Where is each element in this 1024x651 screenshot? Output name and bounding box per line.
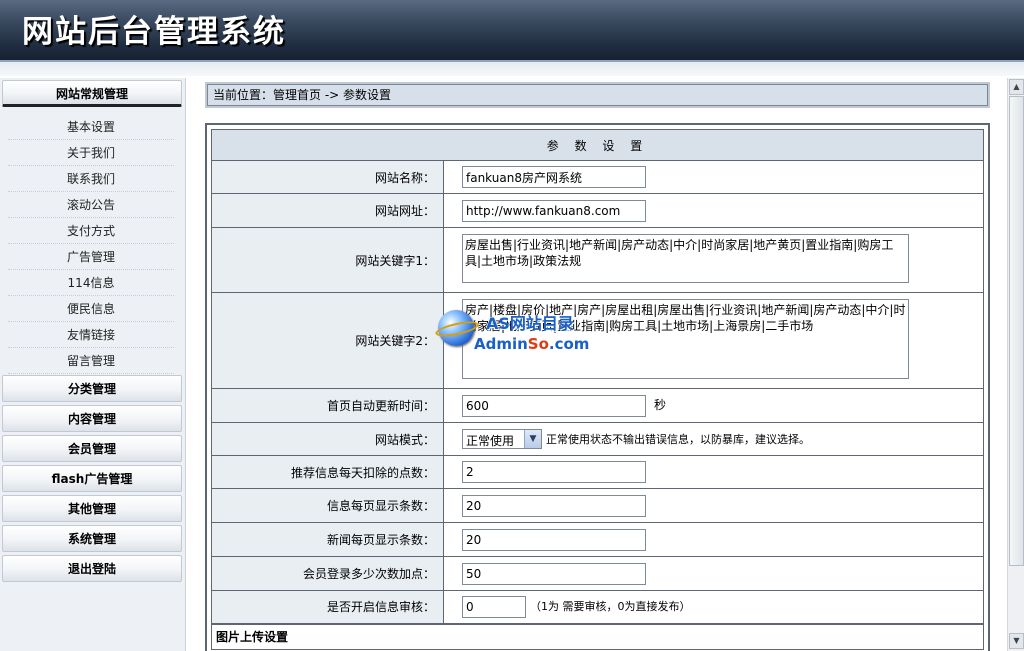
sidebar-item-convenience-info[interactable]: 便民信息 bbox=[8, 296, 174, 322]
sidebar-category-general[interactable]: 网站常规管理 bbox=[2, 80, 182, 107]
login-bonus-label: 会员登录多少次数加点： bbox=[211, 556, 444, 591]
refresh-time-unit: 秒 bbox=[654, 398, 667, 412]
site-mode-selected: 正常使用 bbox=[466, 434, 515, 448]
info-per-page-label: 信息每页显示条数： bbox=[211, 488, 444, 523]
deduct-points-label: 推荐信息每天扣除的点数： bbox=[211, 455, 444, 489]
settings-form: 参 数 设 置 网站名称： 网站网址： 网站关键字1： 房屋出售|行业资讯|地产… bbox=[211, 129, 984, 650]
site-mode-note: 正常使用状态不输出错误信息，以防暴库，建议选择。 bbox=[546, 432, 810, 446]
upload-section-title: 图片上传设置 bbox=[211, 622, 984, 650]
scroll-down-button[interactable]: ▼ bbox=[1009, 633, 1024, 649]
site-mode-label: 网站模式： bbox=[211, 422, 444, 456]
site-url-input[interactable] bbox=[462, 199, 646, 222]
sidebar-item-guestbook[interactable]: 留言管理 bbox=[8, 348, 174, 374]
sidebar-item-payment[interactable]: 支付方式 bbox=[8, 218, 174, 244]
watermark-line1: AS网站目录 bbox=[486, 314, 574, 333]
sidebar-item-ads[interactable]: 广告管理 bbox=[8, 244, 174, 270]
sidebar-item-about-us[interactable]: 关于我们 bbox=[8, 140, 174, 166]
site-mode-select[interactable]: 正常使用 ▼ bbox=[462, 429, 542, 449]
sidebar-category-members[interactable]: 会员管理 bbox=[2, 435, 182, 462]
audit-note: （1为 需要审核，0为直接发布） bbox=[530, 600, 691, 614]
info-per-page-input[interactable] bbox=[462, 494, 646, 517]
site-name-label: 网站名称： bbox=[211, 160, 444, 194]
app-title: 网站后台管理系统 bbox=[22, 14, 286, 50]
sidebar-item-basic-settings[interactable]: 基本设置 bbox=[8, 114, 174, 140]
breadcrumb: 当前位置：管理首页 -> 参数设置 bbox=[205, 82, 990, 108]
header-subbar bbox=[0, 62, 1024, 76]
refresh-time-label: 首页自动更新时间： bbox=[211, 388, 444, 423]
site-url-label: 网站网址： bbox=[211, 193, 444, 228]
sidebar-category-flash-ads[interactable]: flash广告管理 bbox=[2, 465, 182, 492]
watermark-line2: AdminSo.com bbox=[474, 335, 590, 353]
login-bonus-input[interactable] bbox=[462, 562, 646, 585]
keywords1-label: 网站关键字1： bbox=[211, 227, 444, 293]
sidebar-category-other[interactable]: 其他管理 bbox=[2, 495, 182, 522]
audit-label: 是否开启信息审核： bbox=[211, 590, 444, 624]
news-per-page-input[interactable] bbox=[462, 528, 646, 551]
audit-input[interactable] bbox=[462, 595, 526, 618]
form-title: 参 数 设 置 bbox=[211, 129, 984, 161]
chevron-down-icon[interactable]: ▼ bbox=[524, 430, 541, 448]
vertical-scrollbar[interactable]: ▲ ▼ bbox=[1007, 78, 1024, 651]
deduct-points-input[interactable] bbox=[462, 461, 646, 483]
scroll-up-button[interactable]: ▲ bbox=[1009, 79, 1024, 95]
sidebar-item-contact-us[interactable]: 联系我们 bbox=[8, 166, 174, 192]
refresh-time-input[interactable] bbox=[462, 394, 646, 417]
keywords2-label: 网站关键字2： bbox=[211, 292, 444, 389]
sidebar-item-friend-links[interactable]: 友情链接 bbox=[8, 322, 174, 348]
sidebar-item-scroll-notice[interactable]: 滚动公告 bbox=[8, 192, 174, 218]
sidebar-category-content[interactable]: 内容管理 bbox=[2, 405, 182, 432]
sidebar-category-classify[interactable]: 分类管理 bbox=[2, 375, 182, 402]
header-banner: 网站后台管理系统 bbox=[0, 0, 1024, 62]
sidebar-item-114-info[interactable]: 114信息 bbox=[8, 270, 174, 296]
news-per-page-label: 新闻每页显示条数： bbox=[211, 522, 444, 557]
sidebar: 网站常规管理 基本设置 关于我们 联系我们 滚动公告 支付方式 广告管理 114… bbox=[0, 78, 186, 651]
sidebar-category-system[interactable]: 系统管理 bbox=[2, 525, 182, 552]
logout-button[interactable]: 退出登陆 bbox=[2, 555, 182, 582]
watermark-logo: AS网站目录 AdminSo.com bbox=[434, 296, 590, 358]
settings-panel: 参 数 设 置 网站名称： 网站网址： 网站关键字1： 房屋出售|行业资讯|地产… bbox=[205, 123, 990, 651]
keywords1-textarea[interactable]: 房屋出售|行业资讯|地产新闻|房产动态|中介|时尚家居|地产黄页|置业指南|购房… bbox=[462, 234, 909, 283]
scroll-thumb[interactable] bbox=[1009, 96, 1024, 566]
site-name-input[interactable] bbox=[462, 166, 646, 188]
